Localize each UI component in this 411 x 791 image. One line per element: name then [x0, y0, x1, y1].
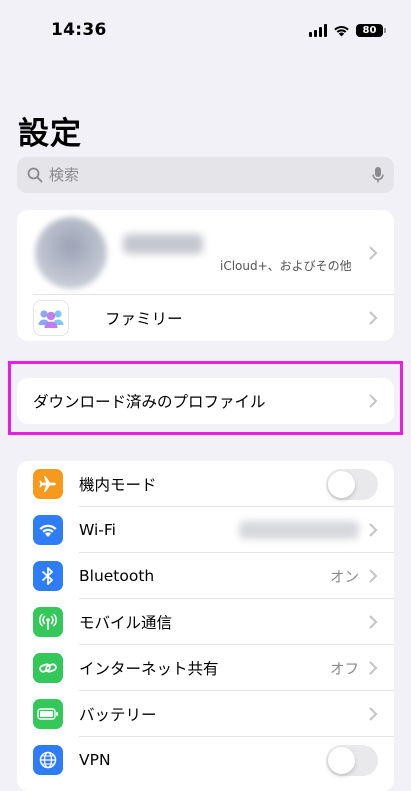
- chevron-right-icon: [369, 707, 378, 721]
- globe-icon: [33, 745, 63, 775]
- settings-row-vpn[interactable]: VPN: [17, 737, 394, 783]
- airplane-icon: [33, 469, 63, 499]
- connectivity-card: 機内モード Wi-Fi Bluetooth オン モバイル通信 インターネット共…: [17, 461, 394, 791]
- chevron-right-icon: [369, 523, 378, 537]
- account-card: iCloud+、およびその他 ファミリー: [17, 210, 394, 341]
- status-time: 14:36: [51, 20, 107, 40]
- battery-level: 80: [362, 24, 377, 36]
- wifi-network-redacted: [239, 521, 359, 539]
- downloaded-profiles-card: ダウンロード済みのプロファイル: [17, 378, 394, 424]
- downloaded-profiles-row[interactable]: ダウンロード済みのプロファイル: [17, 378, 394, 424]
- battery-icon: [33, 699, 63, 729]
- bluetooth-status: オン: [330, 569, 359, 586]
- cellular-signal-icon: [309, 23, 327, 37]
- airplane-mode-toggle[interactable]: [326, 468, 378, 500]
- bluetooth-icon: [33, 561, 63, 591]
- vpn-toggle[interactable]: [326, 744, 378, 776]
- antenna-icon: [33, 607, 63, 637]
- chevron-right-icon: [369, 394, 378, 408]
- personal-hotspot-label: インターネット共有: [79, 660, 219, 678]
- chevron-right-icon: [369, 569, 378, 583]
- wifi-icon: [33, 515, 63, 545]
- bluetooth-label: Bluetooth: [79, 567, 155, 585]
- airplane-mode-label: 機内モード: [79, 476, 157, 494]
- page-title: 設定: [18, 116, 82, 152]
- wifi-status-icon: [334, 25, 349, 36]
- downloaded-profiles-label: ダウンロード済みのプロファイル: [33, 393, 266, 411]
- settings-row-mobile-data[interactable]: モバイル通信: [17, 599, 394, 645]
- chevron-right-icon: [369, 311, 378, 325]
- chevron-right-icon: [369, 246, 378, 259]
- battery-status-icon: 80: [356, 23, 386, 37]
- search-bar[interactable]: [17, 157, 394, 193]
- search-icon: [27, 167, 43, 183]
- status-bar: 14:36 80: [0, 0, 411, 60]
- battery-label: バッテリー: [79, 706, 157, 724]
- settings-row-battery[interactable]: バッテリー: [17, 691, 394, 737]
- mobile-data-label: モバイル通信: [79, 614, 173, 632]
- apple-account-row[interactable]: iCloud+、およびその他: [17, 210, 394, 295]
- wifi-label: Wi-Fi: [79, 521, 116, 539]
- link-icon: [33, 653, 63, 683]
- settings-row-airplane-mode[interactable]: 機内モード: [17, 461, 394, 507]
- account-name-redacted: [123, 234, 203, 254]
- family-icon: [33, 300, 69, 336]
- family-label: ファミリー: [105, 310, 183, 328]
- family-row[interactable]: ファミリー: [17, 295, 394, 341]
- settings-row-personal-hotspot[interactable]: インターネット共有 オフ: [17, 645, 394, 691]
- chevron-right-icon: [369, 661, 378, 675]
- personal-hotspot-status: オフ: [330, 661, 359, 678]
- settings-row-bluetooth[interactable]: Bluetooth オン: [17, 553, 394, 599]
- search-input[interactable]: [49, 166, 372, 184]
- avatar: [35, 216, 107, 289]
- chevron-right-icon: [369, 615, 378, 629]
- microphone-icon[interactable]: [372, 166, 384, 184]
- status-icons: 80: [309, 21, 386, 39]
- vpn-label: VPN: [79, 751, 111, 769]
- settings-row-wifi[interactable]: Wi-Fi: [17, 507, 394, 553]
- account-subtitle: iCloud+、およびその他: [220, 259, 352, 273]
